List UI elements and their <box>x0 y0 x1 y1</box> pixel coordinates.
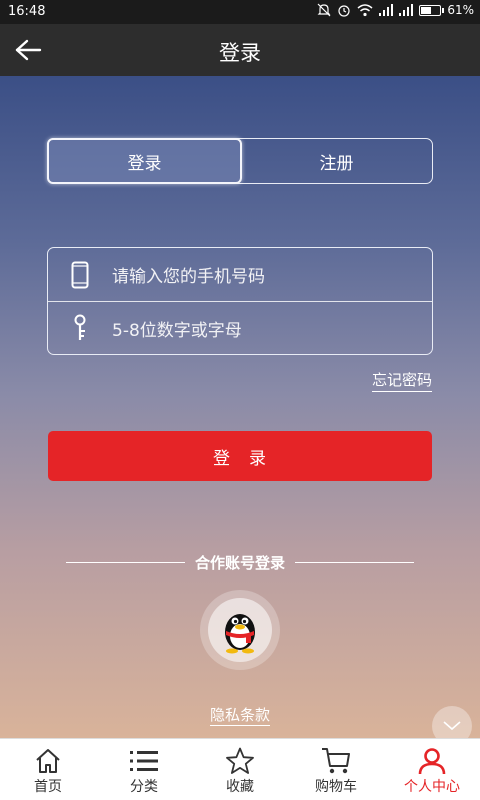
nav-label-profile: 个人中心 <box>404 779 460 795</box>
battery-fill <box>421 6 432 14</box>
status-bar: 16:48 61% <box>0 0 480 24</box>
divider-line-left <box>66 561 185 563</box>
battery-icon <box>419 4 445 16</box>
partner-login-title: 合作账号登录 <box>195 553 286 572</box>
password-placeholder: 5-8位数字或字母 <box>112 320 242 341</box>
nav-item-profile[interactable]: 个人中心 <box>384 739 480 800</box>
bottom-nav: 首页 分类 收藏 购物车 个人中心 <box>0 738 480 800</box>
user-icon <box>418 746 446 776</box>
nav-item-favorites[interactable]: 收藏 <box>192 739 288 800</box>
nav-item-home[interactable]: 首页 <box>0 739 96 800</box>
login-form: 请输入您的手机号码 5-8位数字或字母 <box>47 247 433 355</box>
cart-icon <box>321 746 351 776</box>
qq-login-button[interactable] <box>200 590 280 670</box>
login-button[interactable]: 登 录 <box>48 431 432 481</box>
divider-line-right <box>295 561 415 563</box>
signal-icon-2 <box>399 4 414 16</box>
login-register-tabs: 登录 注册 <box>47 138 433 184</box>
list-icon <box>129 746 159 776</box>
nav-label-home: 首页 <box>34 779 62 795</box>
home-icon <box>34 746 62 776</box>
qq-penguin-icon <box>225 614 255 654</box>
nav-item-cart[interactable]: 购物车 <box>288 739 384 800</box>
mute-icon <box>317 3 331 17</box>
wifi-icon <box>357 3 373 16</box>
phone-icon <box>48 261 112 289</box>
phone-field[interactable]: 请输入您的手机号码 <box>48 248 432 301</box>
signal-icon <box>379 4 394 16</box>
app-header: 登录 <box>0 24 480 76</box>
login-content: 登录 注册 请输入您的手机号码 5-8位数字或字母 忘记密码 登 录 合作账号登… <box>0 76 480 746</box>
nav-item-category[interactable]: 分类 <box>96 739 192 800</box>
forgot-password-link[interactable]: 忘记密码 <box>371 369 432 392</box>
tab-login[interactable]: 登录 <box>47 138 242 184</box>
tab-register[interactable]: 注册 <box>241 139 432 183</box>
nav-label-cart: 购物车 <box>315 779 357 795</box>
chevron-down-icon <box>443 721 461 731</box>
password-field[interactable]: 5-8位数字或字母 <box>48 301 432 354</box>
alarm-icon <box>338 5 350 17</box>
nav-label-favorites: 收藏 <box>226 779 254 795</box>
page-title: 登录 <box>219 41 261 65</box>
partner-login-divider: 合作账号登录 <box>66 551 415 573</box>
status-time: 16:48 <box>8 4 46 19</box>
phone-placeholder: 请输入您的手机号码 <box>112 267 265 287</box>
privacy-policy: 隐私条款 <box>0 704 480 726</box>
battery-percent: 61% <box>447 3 474 17</box>
nav-label-category: 分类 <box>130 779 158 795</box>
star-icon <box>225 746 255 776</box>
status-icons: 61% <box>317 3 474 17</box>
privacy-policy-link[interactable]: 隐私条款 <box>209 706 270 726</box>
key-icon <box>48 314 112 342</box>
